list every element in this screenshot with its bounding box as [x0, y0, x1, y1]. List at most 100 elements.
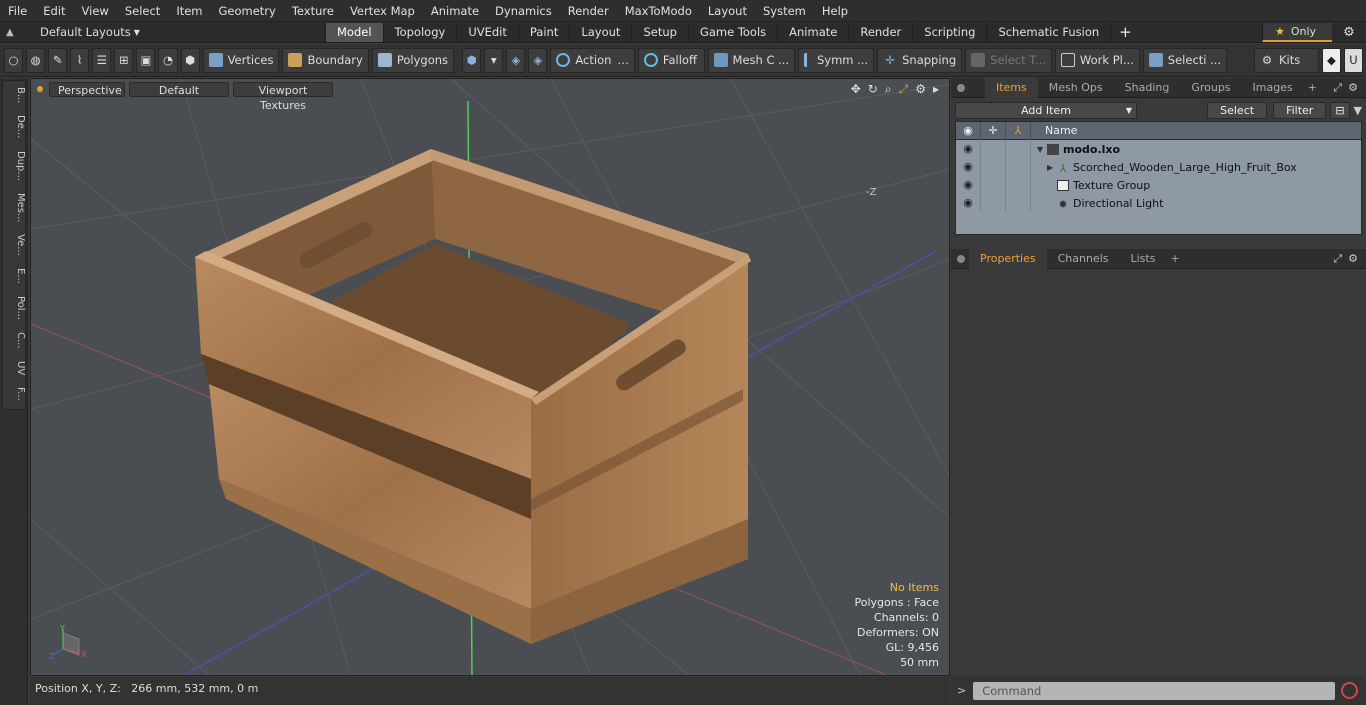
tab-channels[interactable]: Channels	[1047, 249, 1120, 269]
menu-item[interactable]: Item	[168, 0, 210, 22]
select-through-button[interactable]: Select T...	[965, 47, 1052, 73]
zoom-icon[interactable]: ⌕	[885, 82, 892, 97]
transform-icon[interactable]: ⊞	[114, 47, 134, 73]
filter-button[interactable]: Filter	[1273, 101, 1327, 119]
globe-icon[interactable]: ◍	[26, 47, 46, 73]
item-row-light[interactable]: ◉ ✸ Directional Light	[956, 194, 1361, 212]
eye-icon[interactable]: ◉	[956, 140, 981, 158]
brush-icon[interactable]: ⌇	[70, 47, 90, 73]
mesh-constraint-button[interactable]: Mesh C ...	[707, 47, 796, 73]
left-tab-edge[interactable]: E...	[2, 264, 26, 288]
view-mode-button[interactable]: Perspective	[49, 81, 125, 97]
tab-model[interactable]: Model	[325, 22, 384, 42]
shield-icon[interactable]: ◈	[528, 47, 548, 73]
select-button[interactable]: Select	[1207, 101, 1268, 119]
menu-edit[interactable]: Edit	[35, 0, 73, 22]
record-macro-icon[interactable]	[1341, 682, 1359, 699]
eye-icon[interactable]: ◉	[956, 194, 981, 212]
symmetry-button[interactable]: Symm ...	[798, 47, 875, 73]
type-column-icon[interactable]: ⅄	[1006, 121, 1031, 140]
snapping-button[interactable]: ✛ Snapping	[877, 47, 963, 73]
boundary-button[interactable]: Boundary	[282, 47, 369, 73]
item-row-scene[interactable]: ◉ ▼ modo.lxo	[956, 140, 1361, 158]
eye-icon[interactable]: ◉	[956, 176, 981, 194]
3d-viewport[interactable]: -Z Perspective Default Viewport Textures…	[30, 78, 950, 676]
menu-geometry[interactable]: Geometry	[211, 0, 284, 22]
maximize-icon[interactable]: ⤢	[899, 82, 909, 97]
panel-settings-icon[interactable]: ⚙	[1348, 81, 1358, 95]
unity-icon[interactable]: ◆	[1321, 47, 1341, 73]
add-properties-tab-plus-icon[interactable]: +	[1166, 249, 1183, 269]
select-circle-icon[interactable]: ○	[4, 47, 24, 73]
tab-schematic-fusion[interactable]: Schematic Fusion	[987, 22, 1112, 42]
tab-lists[interactable]: Lists	[1120, 249, 1167, 269]
eye-icon[interactable]: ◉	[956, 158, 981, 176]
dropdown-arrow-icon[interactable]: ▾	[484, 47, 504, 73]
left-tab-vertex[interactable]: Ve...	[2, 230, 26, 260]
collapse-up-icon[interactable]: ▲	[6, 27, 20, 38]
add-tab-plus-icon[interactable]: +	[1111, 23, 1140, 41]
material-icon[interactable]: ⬢	[462, 47, 482, 73]
tab-uvedit[interactable]: UVEdit	[457, 22, 519, 42]
tab-paint[interactable]: Paint	[519, 22, 571, 42]
menu-animate[interactable]: Animate	[423, 0, 487, 22]
tab-game-tools[interactable]: Game Tools	[689, 22, 779, 42]
menu-dynamics[interactable]: Dynamics	[487, 0, 560, 22]
name-column-header[interactable]: Name	[1031, 124, 1077, 137]
menu-vertex-map[interactable]: Vertex Map	[342, 0, 423, 22]
menu-file[interactable]: File	[0, 0, 35, 22]
left-tab-duplicate[interactable]: Dup...	[2, 147, 26, 185]
collapse-icon[interactable]: ⊟	[1330, 101, 1350, 119]
tab-images[interactable]: Images	[1242, 78, 1304, 98]
viewport-settings-icon[interactable]: ⚙	[915, 82, 926, 97]
tab-groups[interactable]: Groups	[1180, 78, 1241, 98]
menu-help[interactable]: Help	[814, 0, 856, 22]
left-tab-uv[interactable]: UV	[2, 357, 26, 379]
selection-sets-button[interactable]: Selecti ...	[1142, 47, 1228, 73]
menu-select[interactable]: Select	[117, 0, 168, 22]
tab-shading[interactable]: Shading	[1114, 78, 1181, 98]
menu-layout[interactable]: Layout	[700, 0, 755, 22]
tab-scripting[interactable]: Scripting	[913, 22, 988, 42]
rotate-icon[interactable]: ↻	[868, 82, 878, 97]
tab-layout[interactable]: Layout	[570, 22, 633, 42]
tab-render[interactable]: Render	[849, 22, 914, 42]
tab-items[interactable]: Items	[985, 77, 1038, 98]
left-tab-fusion[interactable]: F...	[2, 383, 26, 405]
falloff-button[interactable]: Falloff	[637, 47, 705, 73]
menu-render[interactable]: Render	[560, 0, 617, 22]
shading-mode-button[interactable]: Default	[129, 81, 229, 97]
layout-selector[interactable]: ▲ Default Layouts ▼	[0, 25, 190, 39]
tab-topology[interactable]: Topology	[384, 22, 458, 42]
tab-setup[interactable]: Setup	[632, 22, 689, 42]
action-center-button[interactable]: Action…	[550, 47, 635, 73]
funnel-icon[interactable]: ▼	[1354, 104, 1362, 117]
vertices-button[interactable]: Vertices	[202, 47, 280, 73]
align-icon[interactable]: ☰	[92, 47, 112, 73]
item-mode-icon[interactable]: ⬢	[180, 47, 200, 73]
panel-maximize-icon[interactable]: ⤢	[1333, 81, 1342, 95]
expand-right-icon[interactable]: ▶	[1047, 163, 1057, 172]
add-panel-tab-plus-icon[interactable]: +	[1304, 78, 1321, 98]
tab-mesh-ops[interactable]: Mesh Ops	[1038, 78, 1114, 98]
pen-icon[interactable]: ✎	[48, 47, 68, 73]
kits-button[interactable]: ⚙ Kits	[1253, 47, 1319, 73]
pan-icon[interactable]: ✥	[851, 82, 861, 97]
expand-down-icon[interactable]: ▼	[1037, 145, 1047, 154]
menu-view[interactable]: View	[74, 0, 117, 22]
panel-settings-icon[interactable]: ⚙	[1348, 252, 1358, 266]
polygons-button[interactable]: Polygons	[371, 47, 455, 73]
viewport-textures-button[interactable]: Viewport Textures	[233, 81, 333, 112]
left-tab-polygon[interactable]: Pol...	[2, 292, 26, 324]
panel-maximize-icon[interactable]: ⤢	[1333, 252, 1342, 266]
unreal-icon[interactable]: U	[1343, 47, 1363, 73]
command-input[interactable]: Command	[973, 681, 1336, 700]
work-plane-button[interactable]: Work Pl...	[1054, 47, 1140, 73]
tab-animate[interactable]: Animate	[778, 22, 850, 42]
left-tab-mesh[interactable]: Mes...	[2, 189, 26, 227]
visibility-column-icon[interactable]: ◉	[956, 121, 981, 140]
item-row-mesh[interactable]: ◉ ▶ ⅄ Scorched_Wooden_Large_High_Fruit_B…	[956, 158, 1361, 176]
wooden-crate-model[interactable]	[195, 149, 751, 644]
left-tab-deform[interactable]: De...	[2, 111, 26, 142]
add-item-button[interactable]: Add Item ▼	[955, 101, 1137, 119]
